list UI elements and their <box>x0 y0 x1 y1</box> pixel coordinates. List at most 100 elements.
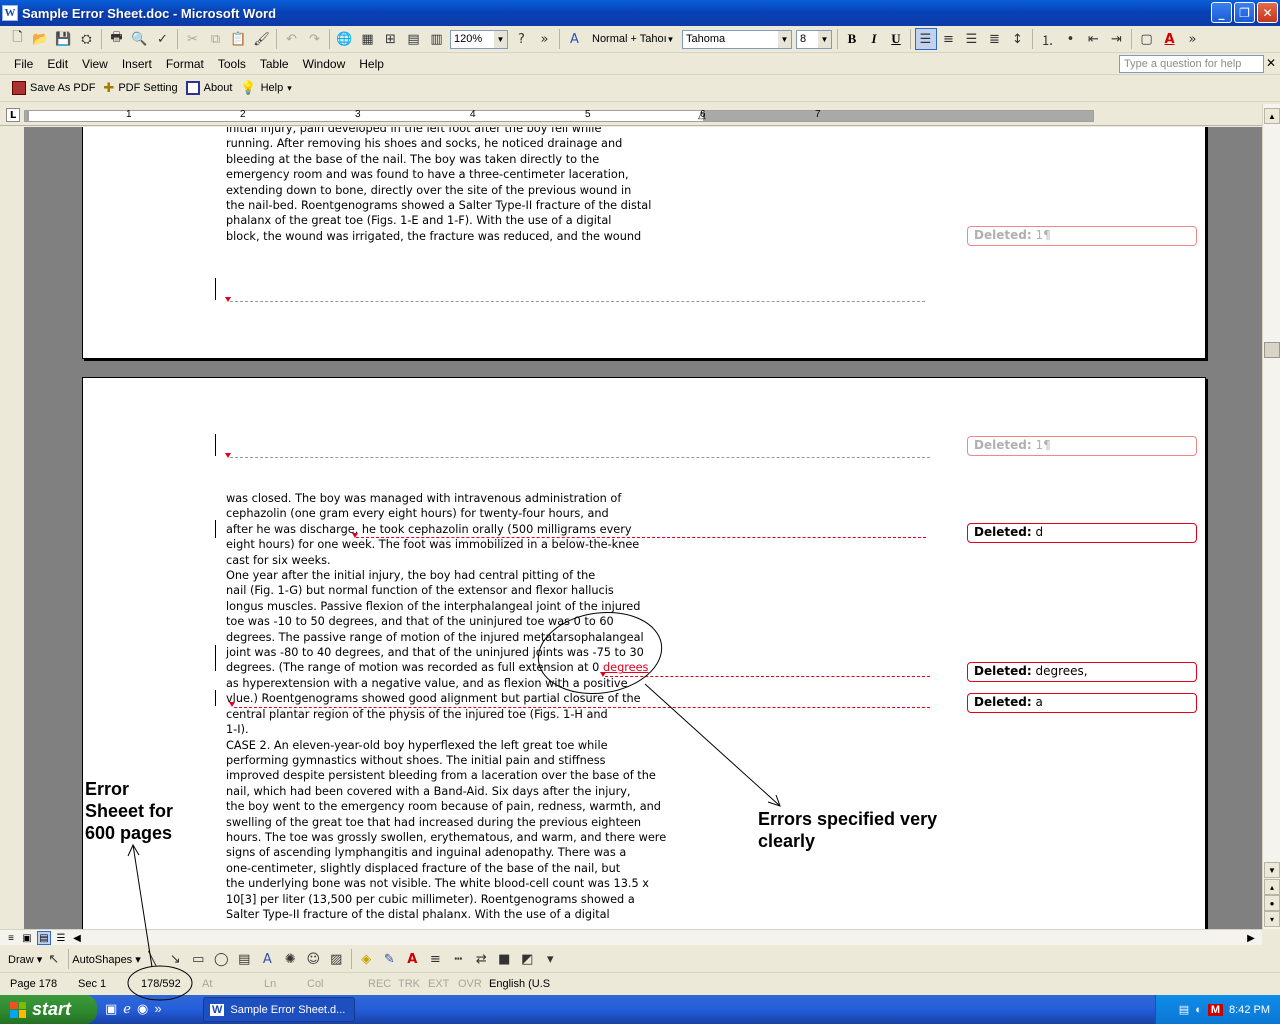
styles-formatting-icon[interactable]: A <box>564 28 586 50</box>
align-center-icon[interactable]: ≡ <box>938 28 960 50</box>
normal-view-icon[interactable]: ≡ <box>4 931 18 945</box>
word-app-icon[interactable]: W <box>2 5 18 21</box>
font-size-select[interactable]: 8 ▼ <box>796 29 832 49</box>
save-icon[interactable]: 💾 <box>53 28 75 50</box>
tables-borders-icon[interactable]: ▦ <box>357 28 379 50</box>
print-icon[interactable]: 🖶 <box>106 28 128 50</box>
wordart-icon[interactable]: A <box>256 948 278 970</box>
bullets-icon[interactable]: • <box>1060 28 1082 50</box>
italic-button[interactable]: I <box>863 28 885 50</box>
clip-art-icon[interactable]: ☺ <box>302 948 324 970</box>
bold-button[interactable]: B <box>841 28 863 50</box>
show-desktop-icon[interactable]: ▣ <box>105 1001 117 1017</box>
tab-selector-icon[interactable]: L <box>6 108 20 122</box>
next-page-icon[interactable]: ▾ <box>1264 911 1280 927</box>
outline-view-icon[interactable]: ☰ <box>54 931 68 945</box>
menu-tools[interactable]: Tools <box>211 53 253 75</box>
pdf-help-button[interactable]: 💡 Help <box>240 80 283 96</box>
page1-text[interactable]: initial injury, pain developed in the le… <box>226 127 651 244</box>
volume-icon[interactable]: ◐ <box>1195 1004 1202 1016</box>
vertical-scrollbar[interactable]: ▲ ▼ ▴ ● ▾ <box>1262 104 1280 929</box>
status-ovr[interactable]: OVR <box>458 978 482 990</box>
line-spacing-icon[interactable]: ↕ <box>1007 28 1029 50</box>
menu-window[interactable]: Window <box>296 53 353 75</box>
hyperlink-icon[interactable]: 🌐 <box>334 28 356 50</box>
help-question-input[interactable]: Type a question for help <box>1119 55 1264 73</box>
oval-icon[interactable]: ◯ <box>210 948 232 970</box>
menu-edit[interactable]: Edit <box>40 53 75 75</box>
internet-explorer-icon[interactable]: ℯ <box>123 1001 131 1017</box>
insert-table-icon[interactable]: ⊞ <box>380 28 402 50</box>
cut-icon[interactable]: ✂ <box>182 28 204 50</box>
status-ext[interactable]: EXT <box>428 978 449 990</box>
chevron-down-icon[interactable]: ▼ <box>778 30 791 48</box>
permission-icon[interactable]: ⛭ <box>76 28 98 50</box>
start-button[interactable]: start <box>0 995 97 1024</box>
deleted-balloon[interactable]: Deleted: degrees, <box>967 662 1197 682</box>
undo-icon[interactable]: ↶ <box>281 28 303 50</box>
columns-icon[interactable]: ▥ <box>426 28 448 50</box>
chevron-down-icon[interactable]: ▼ <box>664 31 677 48</box>
align-left-icon[interactable]: ☰ <box>914 28 937 50</box>
about-button[interactable]: About <box>185 81 232 95</box>
deleted-balloon[interactable]: Deleted: d <box>967 523 1197 543</box>
antivirus-icon[interactable]: M <box>1207 1003 1224 1016</box>
insert-excel-icon[interactable]: ▤ <box>403 28 425 50</box>
format-painter-icon[interactable]: 🖌 <box>251 28 273 50</box>
arrow-icon[interactable]: ↘ <box>164 948 186 970</box>
dash-style-icon[interactable]: ┅ <box>447 948 469 970</box>
chevron-down-icon[interactable]: ▼ <box>494 30 507 48</box>
menu-insert[interactable]: Insert <box>115 53 159 75</box>
numbering-icon[interactable]: ⒈ <box>1037 28 1059 50</box>
increase-indent-icon[interactable]: ⇥ <box>1106 28 1128 50</box>
style-select[interactable]: Normal + Tahoı ▼ <box>588 30 678 49</box>
scroll-down-icon[interactable]: ▼ <box>1264 862 1280 878</box>
menu-view[interactable]: View <box>75 53 115 75</box>
toolbar-options-icon[interactable]: » <box>1182 28 1204 50</box>
font-color-icon[interactable]: A <box>401 948 423 970</box>
chevron-down-icon[interactable]: ▼ <box>818 30 831 48</box>
horizontal-scrollbar[interactable]: ≡ ▣ ▤ ☰ ◀ ▶ <box>0 929 1262 945</box>
fill-color-icon[interactable]: ◈ <box>355 948 377 970</box>
scroll-left-icon[interactable]: ◀ <box>70 931 84 945</box>
shadow-style-icon[interactable]: ■ <box>493 948 515 970</box>
quick-launch-more-icon[interactable]: » <box>154 1001 161 1017</box>
toolbar-options-icon[interactable]: ▾ <box>539 948 561 970</box>
web-view-icon[interactable]: ▣ <box>20 931 34 945</box>
close-button[interactable]: ✕ <box>1257 2 1278 23</box>
borders-icon[interactable]: ▢ <box>1136 28 1158 50</box>
right-indent-icon[interactable]: △ <box>698 110 706 121</box>
zoom-select[interactable]: 120% ▼ <box>450 29 508 49</box>
diagram-icon[interactable]: ✺ <box>279 948 301 970</box>
paste-icon[interactable]: 📋 <box>228 28 250 50</box>
deleted-balloon[interactable]: Deleted: 1¶ <box>967 436 1197 456</box>
arrow-style-icon[interactable]: ⇄ <box>470 948 492 970</box>
rectangle-icon[interactable]: ▭ <box>187 948 209 970</box>
justify-icon[interactable]: ≣ <box>984 28 1006 50</box>
print-preview-icon[interactable]: 🔍 <box>129 28 151 50</box>
copy-icon[interactable]: ⧉ <box>205 28 227 50</box>
firefox-icon[interactable]: ◉ <box>137 1001 148 1017</box>
network-icon[interactable]: ▤ <box>1179 1003 1189 1016</box>
status-rec[interactable]: REC <box>368 978 391 990</box>
underline-button[interactable]: U <box>885 28 907 50</box>
toolbar-options-icon[interactable]: ▾ <box>287 83 292 94</box>
draw-menu[interactable]: Draw ▾ <box>8 953 42 966</box>
decrease-indent-icon[interactable]: ⇤ <box>1083 28 1105 50</box>
line-color-icon[interactable]: ✎ <box>378 948 400 970</box>
document-area[interactable]: initial injury, pain developed in the le… <box>0 127 1262 929</box>
scroll-thumb[interactable] <box>1264 342 1280 358</box>
font-select[interactable]: Tahoma ▼ <box>682 29 792 49</box>
print-layout-icon[interactable]: ▤ <box>37 931 51 945</box>
menu-help[interactable]: Help <box>352 53 391 75</box>
picture-icon[interactable]: ▨ <box>325 948 347 970</box>
deleted-balloon[interactable]: Deleted: a <box>967 693 1197 713</box>
status-trk[interactable]: TRK <box>398 978 420 990</box>
menu-table[interactable]: Table <box>253 53 296 75</box>
close-document-icon[interactable]: ✕ <box>1266 56 1276 70</box>
menu-format[interactable]: Format <box>159 53 211 75</box>
help-icon[interactable]: ? <box>511 28 533 50</box>
autoshapes-menu[interactable]: AutoShapes ▾ <box>72 953 141 966</box>
font-color-icon[interactable]: A <box>1159 28 1181 50</box>
save-as-pdf-button[interactable]: Save As PDF <box>12 81 95 95</box>
